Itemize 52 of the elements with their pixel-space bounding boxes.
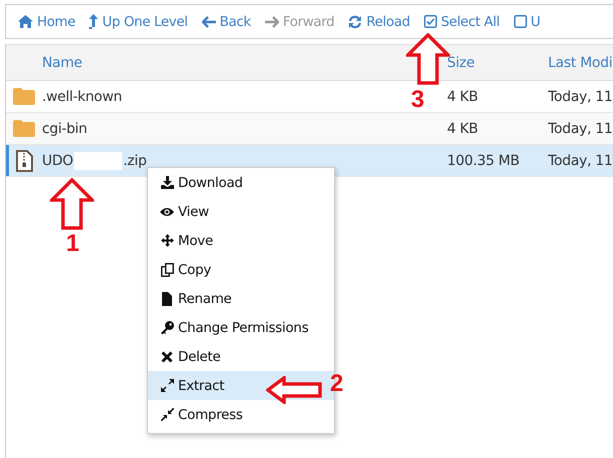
menu-item[interactable]: Change Permissions [148,313,334,342]
menu-item[interactable]: Copy [148,255,334,284]
zip-file-icon [16,150,32,172]
delete-icon [161,350,173,362]
home-icon [18,15,33,28]
checkbox-icon [424,15,437,28]
download-icon [160,176,174,189]
checkbox-icon [514,15,527,28]
annotation-arrow [50,178,94,230]
column-header[interactable]: Last Modi [548,54,613,70]
move-icon [160,234,174,247]
toolbar-button[interactable]: Home [18,14,76,30]
menu-item[interactable]: Move [148,226,334,255]
compress-arrows-icon [160,408,174,421]
file-size: 100.35 MB [447,152,520,168]
toolbar-button[interactable]: Reload [348,14,410,30]
expand-arrows-icon [160,379,174,392]
file-name: UDO [42,152,74,168]
right-arrow-icon [264,16,279,28]
menu-item[interactable]: Compress [148,400,334,429]
key-icon [160,320,174,334]
column-header[interactable]: Name [42,54,447,70]
column-header[interactable]: Size [447,54,548,70]
up-arrow-icon [89,14,98,29]
left-arrow-icon [202,16,216,28]
redaction-mark [74,152,122,170]
file-row[interactable]: UDO .zip 100.35 MB Today, 11: [6,145,613,177]
toolbar-button[interactable]: Back [202,14,251,30]
reload-icon [348,14,362,28]
menu-item[interactable]: Delete [148,342,334,371]
menu-item[interactable]: Rename [148,284,334,313]
modified-date: Today, 11: [548,88,613,104]
annotation-number: 1 [66,230,80,258]
file-size: 4 KB [447,120,479,136]
file-name: cgi-bin [42,120,88,136]
file-size: 4 KB [447,88,479,104]
modified-date: Today, 11: [548,120,613,136]
eye-icon [160,206,174,216]
toolbar-button[interactable]: U [514,14,540,30]
copy-icon [160,262,174,276]
file-row[interactable]: cgi-bin 4 KB Today, 11: [6,113,613,145]
annotation-number: 3 [411,86,424,114]
toolbar-button[interactable]: Up One Level [89,14,188,30]
folder-icon [13,88,35,105]
folder-icon [13,120,35,137]
file-name: .zip [123,152,147,168]
toolbar-button[interactable]: Select All [424,14,500,30]
file-name: .well-known [42,88,122,104]
file-icon [162,292,172,306]
annotation-arrow [266,376,322,404]
menu-item[interactable]: View [148,197,334,226]
modified-date: Today, 11: [548,152,613,168]
